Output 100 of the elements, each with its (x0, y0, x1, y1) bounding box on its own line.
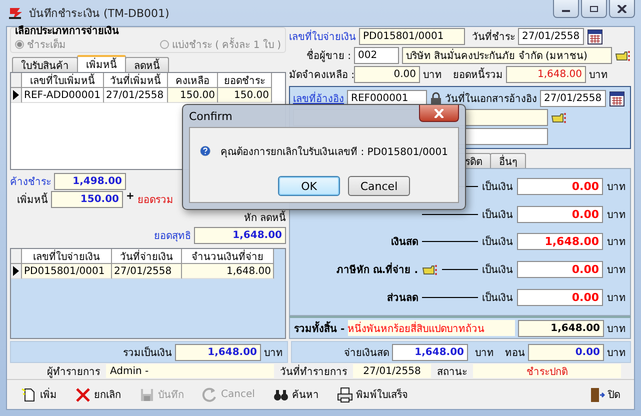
user-label: ผู้ทำรายการ (47, 366, 100, 378)
deposit-field: 0.00 (354, 66, 420, 83)
vendor-name-field: บริษัท สินมั่นคงประกันภัย จำกัด (มหาชน) (402, 47, 612, 64)
column-header: เลขที่ใบจ่ายเงิน (22, 249, 112, 264)
amount-field[interactable]: 0.00 (517, 261, 603, 278)
table-cell: REF-ADD00001 (22, 88, 104, 103)
pay-date-label: วันที่ชำระ (472, 29, 515, 44)
vendor-code-field[interactable]: 002 (354, 47, 399, 64)
delete-button[interactable]: ยกเลิก (73, 384, 123, 404)
table-cell: 1,648.00 (182, 264, 274, 279)
tab[interactable]: ใบรับสินค้า (12, 57, 78, 72)
dialog-title: Confirm (189, 110, 232, 122)
added-debt-label: เพิ่มหนี้ (10, 192, 48, 207)
cash-label: จ่ายเงินสด (344, 346, 389, 360)
reference-date-label: วันที่ในเอกสารอ้างอิง (445, 91, 537, 106)
table-cell: PD015801/0001 (22, 264, 112, 279)
amount-field[interactable]: 0.00 (517, 206, 603, 223)
unit-label: บาท (423, 69, 442, 82)
pay-date-field[interactable]: 27/01/2558 (518, 28, 584, 45)
new-button[interactable]: เพิ่ม (19, 384, 59, 404)
change-field: 0.00 (528, 344, 604, 360)
close-button[interactable] (609, 0, 635, 18)
corner-cell (11, 249, 22, 264)
close-icon (617, 4, 627, 12)
grand-total-field: 1,648.00 (518, 320, 604, 336)
date-label: วันที่ทำรายการ (280, 364, 347, 378)
unit-label: บาท (607, 264, 626, 278)
calendar-icon[interactable] (609, 90, 625, 106)
amount-label: เป็นเงิน (482, 179, 513, 194)
close-button[interactable] (419, 105, 459, 122)
voucher-label: เลขที่ใบจ่ายเงิน (289, 29, 356, 44)
exit-button[interactable]: ปิด (587, 384, 622, 404)
group-title: เลือกประเภทการจ่ายเงิน (15, 26, 120, 37)
dialog-button[interactable]: Cancel (348, 176, 410, 196)
status-value: ชำระปกติ (473, 364, 621, 378)
sum-label: รวมเป็นเงิน (123, 345, 172, 360)
window-title: บันทึกชำระเงิน (TM-DB001) (29, 6, 170, 22)
door-icon (589, 386, 605, 402)
column-header: เลขที่ใบเพิ่มหนี้ (22, 73, 104, 88)
undo-icon (202, 386, 218, 402)
reference-date-field[interactable]: 27/01/2558 (540, 90, 606, 107)
column-header: คงเหลือ (168, 73, 218, 88)
sum-field: 1,648.00 (175, 344, 261, 360)
close-icon (434, 108, 444, 118)
deposit-label: มัดจำคงเหลือ : (289, 68, 351, 82)
amount-field[interactable]: 0.00 (517, 288, 603, 306)
tab[interactable]: เพิ่มหนี้ (77, 55, 126, 72)
minimize-button[interactable] (553, 0, 579, 18)
maximize-icon (589, 4, 599, 12)
column-header: วันที่จ่ายเงิน (112, 249, 182, 264)
unit-label: บาท (264, 346, 283, 360)
total-label: ยอดรวม (137, 194, 174, 207)
new-document-icon (21, 386, 37, 402)
cross-icon (75, 386, 91, 402)
amount-in-words: หนึ่งพันหกร้อยสี่สิบแปดบาทถ้วน (348, 320, 515, 336)
tab[interactable]: ลดหนี้ (125, 57, 169, 72)
grand-total-label: รวมทั้งสิ้น - (294, 320, 345, 336)
change-label: ทอน (505, 346, 525, 360)
print-button[interactable]: พิมพ์ใบเสร็จ (334, 384, 410, 404)
amount-field[interactable]: 1,648.00 (517, 233, 603, 250)
tab[interactable]: อื่นๆ (490, 153, 526, 168)
table-cell: 150.00 (218, 88, 272, 103)
cash-field[interactable]: 1,648.00 (392, 344, 468, 360)
total-debt-field: 1,648.00 (506, 66, 586, 83)
amount-label: เป็นเงิน (482, 290, 513, 305)
plus-sign: + (126, 191, 134, 202)
row-header-cell[interactable] (11, 88, 22, 103)
amount-field[interactable]: 0.00 (517, 178, 603, 196)
amount-label: เป็นเงิน (482, 262, 513, 278)
credit-label: หัก ลดหนี้ (244, 210, 286, 225)
printer-icon (336, 386, 353, 402)
added-debt-field: 150.00 (51, 191, 123, 208)
voucher-field: PD015801/0001 (359, 28, 465, 45)
column-header: จำนวนเงินที่จ่าย (182, 249, 274, 264)
corner-cell (11, 73, 22, 88)
net-field: 1,648.00 (194, 227, 286, 244)
app-logo-icon (8, 5, 24, 21)
user-value: Admin - (106, 364, 274, 378)
unit-label: บาท (607, 208, 626, 222)
calendar-icon[interactable] (587, 28, 603, 44)
unit-label: บาท (607, 236, 626, 250)
search-button[interactable]: ค้นหา (270, 384, 321, 404)
method-label: ภาษีหัก ณ.ที่จ่าย . (336, 262, 418, 278)
reference-number-label[interactable]: เลขที่อ้างอิง (293, 91, 344, 106)
unit-label: บาท (475, 346, 494, 360)
table-cell: 27/01/2558 (112, 264, 182, 279)
dialog-message: คุณต้องการยกเลิกใบรับเงินเลขที : PD015801/0001 (220, 145, 448, 158)
method-label: เงินสด (391, 236, 418, 250)
unit-label: บาท (607, 346, 626, 360)
maximize-button[interactable] (581, 0, 607, 18)
row-header-cell[interactable] (11, 264, 22, 279)
amount-label: เป็นเงิน (482, 207, 513, 222)
unit-label: บาท (607, 292, 626, 305)
total-debt-label: ยอดหนี้รวม (453, 67, 503, 82)
dialog-button[interactable]: OK (278, 176, 340, 196)
unit-label: บาท (607, 181, 626, 194)
amount-label: เป็นเงิน (482, 234, 513, 250)
method-label: ส่วนลด (387, 292, 418, 305)
vendor-label: ชื่อผู้ขาย : (289, 48, 351, 63)
outstanding-field: 1,498.00 (54, 173, 126, 190)
